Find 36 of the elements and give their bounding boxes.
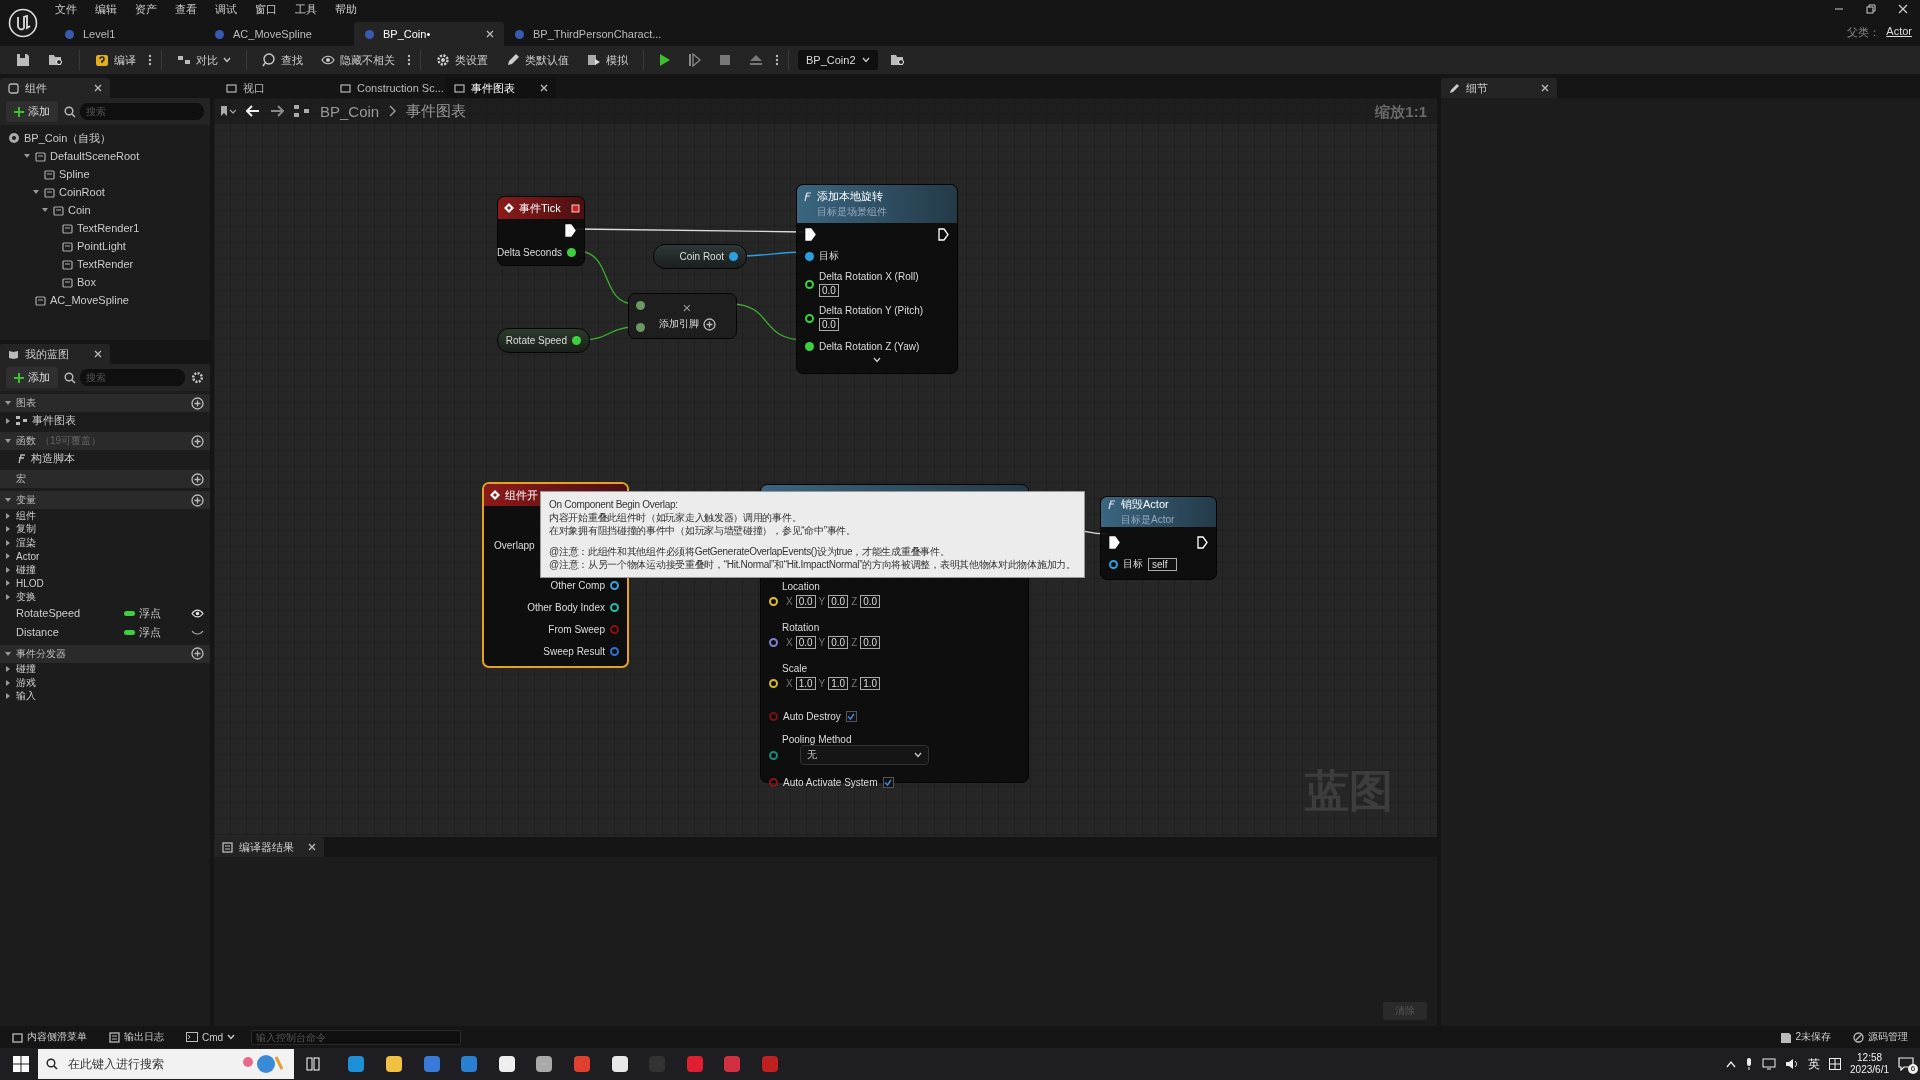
axis-label: X	[786, 595, 793, 607]
node-title: 添加本地旋转	[817, 189, 883, 204]
pin-label: Other Comp	[550, 579, 605, 591]
pin-label: Location	[782, 580, 820, 592]
operator-symbol: ×	[682, 301, 692, 315]
pin-label: Delta Rotation Z (Yaw)	[819, 340, 920, 352]
node-title: 事件Tick	[519, 200, 561, 216]
parent-class-label: 父类：	[1847, 24, 1881, 40]
pin-label: Sweep Result	[543, 645, 605, 657]
pin-label: Other Body Index	[527, 601, 605, 613]
pin-label: Delta Rotation X (Roll)	[819, 271, 919, 282]
axis-label: Z	[851, 677, 858, 689]
pin-label: 目标	[819, 249, 839, 263]
pin-label: From Sweep	[548, 623, 605, 635]
pin-label: Pooling Method	[782, 734, 852, 745]
node-subtitle: 目标是场景组件	[816, 205, 887, 219]
node-title: 销毁Actor	[1121, 497, 1169, 512]
axis-label: X	[786, 636, 793, 648]
pin-label: Scale	[782, 662, 807, 674]
pin-label: Auto Destroy	[783, 710, 841, 722]
node-title: 组件开	[505, 487, 538, 503]
axis-label: Y	[818, 636, 826, 648]
axis-label: X	[786, 677, 793, 689]
pin-label: Rotation	[782, 621, 820, 633]
axis-label: Y	[818, 595, 826, 607]
pin-label: 目标	[1123, 557, 1143, 571]
node-subtitle: 目标是Actor	[1120, 513, 1175, 527]
axis-label: Z	[851, 636, 858, 648]
pin-label: Auto Activate System	[783, 776, 878, 788]
zoom-label: 缩放1:1	[1375, 103, 1427, 122]
tooltip-text: On Component Begin Overlap:	[549, 498, 679, 511]
axis-label: Z	[851, 595, 858, 607]
pin-label: Overlapp	[494, 539, 535, 551]
pin-label: Delta Rotation Y (Pitch)	[819, 305, 924, 316]
pin-label: Delta Seconds	[496, 246, 562, 258]
axis-label: Y	[818, 677, 826, 689]
